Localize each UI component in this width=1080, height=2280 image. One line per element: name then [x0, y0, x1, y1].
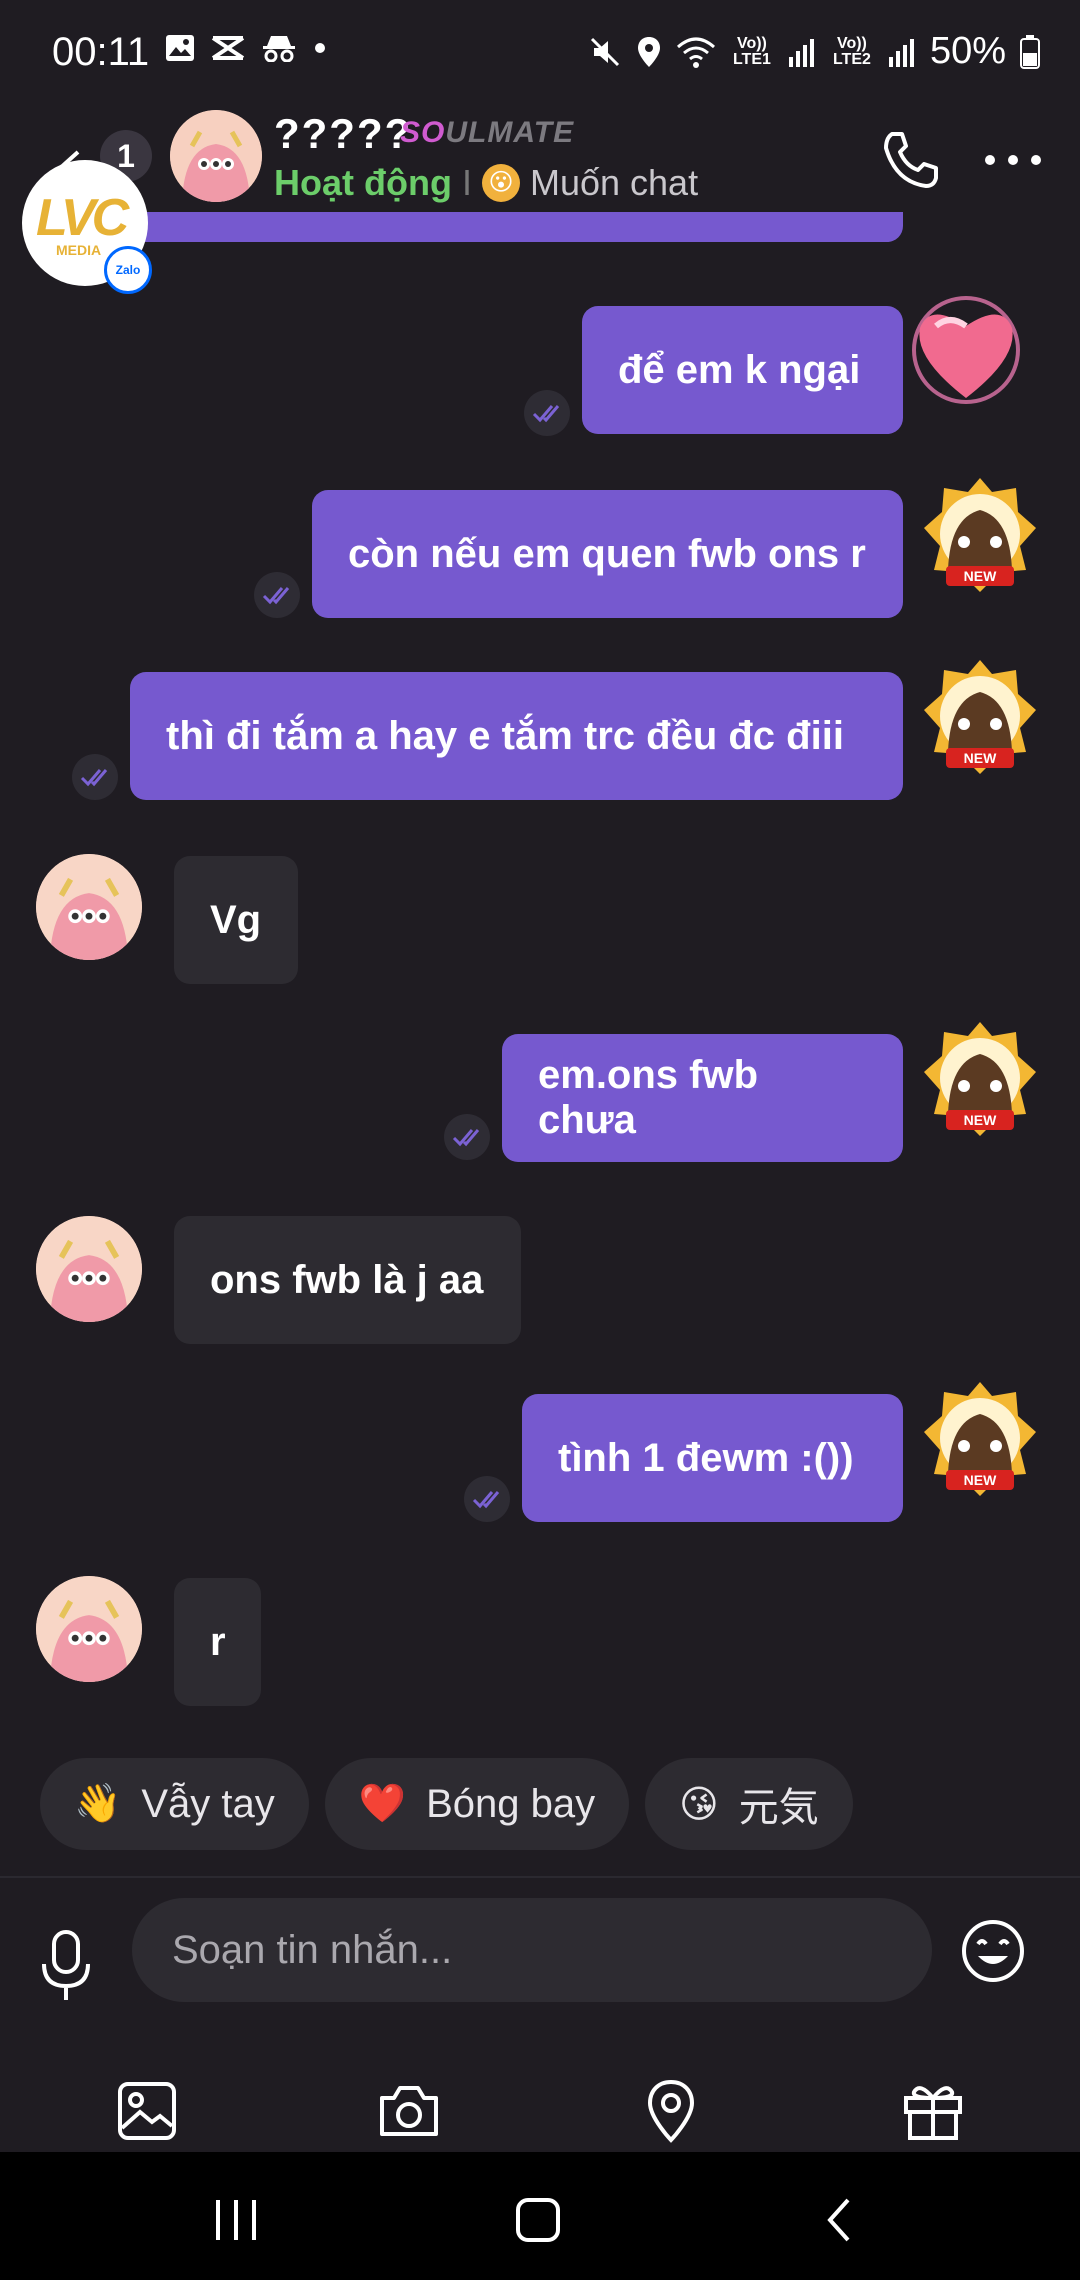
- phone-call-icon[interactable]: [878, 128, 942, 192]
- watermark-logo-text: LVC: [36, 189, 129, 247]
- camera-icon[interactable]: [376, 2078, 442, 2144]
- wave-emoji-icon: 👋: [74, 1783, 122, 1825]
- quick-reply-wave[interactable]: 👋 Vẫy tay: [40, 1758, 309, 1850]
- presence-line: Hoạt động I 😮 Muốn chat: [274, 162, 698, 204]
- partial-message-bubble: [130, 212, 903, 242]
- new-frame-avatar: NEW: [920, 1018, 1040, 1142]
- peer-avatar[interactable]: [36, 1576, 142, 1682]
- incognito-icon: [263, 36, 295, 62]
- message-bubble-mine[interactable]: thì đi tắm a hay e tắm trc đều đc điii: [130, 672, 903, 800]
- mood-emoji-icon: 😮: [481, 164, 520, 202]
- signal1-icon: [788, 38, 814, 67]
- sim1-label: Vo)) LTE1: [732, 34, 771, 68]
- chat-header: 1 ????? SOULMATE Hoạt động I 😮 Muốn chat: [0, 110, 1080, 222]
- gift-icon[interactable]: [900, 2078, 966, 2144]
- status-bar: 00:11 Vo)) LTE1 Vo)) LTE2 50%: [0, 0, 1080, 110]
- dot-icon: [315, 43, 325, 53]
- mute-icon: [590, 37, 619, 66]
- emoji-icon[interactable]: [960, 1918, 1026, 1984]
- quick-reply-balloon[interactable]: ❤️ Bóng bay: [324, 1758, 630, 1850]
- kiss-emoji-icon: 😘: [679, 1783, 719, 1826]
- status-time: 00:11: [52, 30, 150, 74]
- gallery-icon[interactable]: [114, 2078, 180, 2144]
- quick-reply-bar: 👋 Vẫy tay ❤️ Bóng bay 😘 元気: [40, 1758, 853, 1850]
- location-icon: [637, 36, 660, 67]
- new-badge-text: NEW: [964, 568, 997, 584]
- new-frame-avatar: NEW: [920, 656, 1040, 780]
- attachment-toolbar: [0, 2056, 1080, 2156]
- message-bubble-theirs[interactable]: ons fwb là j aa: [174, 1216, 521, 1344]
- new-frame-avatar: NEW: [920, 474, 1040, 598]
- system-icons: Vo)) LTE1 Vo)) LTE2 50%: [588, 30, 1040, 73]
- capcut-icon: [211, 36, 245, 60]
- quick-reply-label: 元気: [738, 1786, 819, 1830]
- more-options-icon[interactable]: [982, 148, 1044, 172]
- new-badge-text: NEW: [964, 750, 997, 766]
- read-receipt-icon: [254, 572, 300, 618]
- soulmate-badge: SOULMATE: [400, 116, 574, 150]
- peer-avatar[interactable]: [36, 854, 142, 960]
- image-notification-icon: [166, 35, 194, 61]
- composer: Soạn tin nhắn...: [0, 1876, 1080, 2158]
- message-bubble-mine[interactable]: để em k ngại: [582, 306, 903, 434]
- peer-avatar[interactable]: [170, 110, 262, 202]
- wifi-icon: [676, 37, 715, 68]
- battery-icon: [1020, 34, 1040, 69]
- online-status: Hoạt động: [274, 162, 452, 203]
- new-frame-avatar: NEW: [920, 1378, 1040, 1502]
- read-receipt-icon: [464, 1476, 510, 1522]
- message-bubble-mine[interactable]: tình 1 đewm :()): [522, 1394, 903, 1522]
- quick-reply-label: Vẫy tay: [141, 1781, 275, 1826]
- battery-level: 50%: [929, 30, 1006, 72]
- mood-text: Muốn chat: [529, 162, 699, 203]
- watermark-logo-sub: MEDIA: [56, 242, 102, 258]
- location-pin-icon[interactable]: [638, 2078, 704, 2144]
- notification-icons: [165, 34, 327, 62]
- read-receipt-icon: [524, 390, 570, 436]
- badge-so: SO: [400, 116, 446, 149]
- system-navigation-bar: [0, 2152, 1080, 2280]
- sim2-label: Vo)) LTE2: [832, 34, 871, 68]
- new-badge-text: NEW: [964, 1112, 997, 1128]
- signal2-icon: [888, 38, 914, 67]
- message-input[interactable]: Soạn tin nhắn...: [132, 1898, 932, 2002]
- recent-apps-icon[interactable]: [206, 2194, 266, 2246]
- message-bubble-mine[interactable]: còn nếu em quen fwb ons r: [312, 490, 903, 618]
- peer-avatar[interactable]: [36, 1216, 142, 1322]
- new-badge-text: NEW: [964, 1472, 997, 1488]
- heart-sticker-avatar: [900, 288, 1020, 412]
- back-nav-icon[interactable]: [810, 2194, 870, 2246]
- zalo-badge: Zalo: [104, 246, 152, 294]
- peer-name: ?????: [274, 110, 413, 157]
- read-receipt-icon: [444, 1114, 490, 1160]
- presence-separator: I: [461, 162, 472, 203]
- home-icon[interactable]: [508, 2194, 568, 2246]
- message-bubble-theirs[interactable]: r: [174, 1578, 261, 1706]
- quick-reply-genki[interactable]: 😘 元気: [645, 1758, 853, 1850]
- message-list[interactable]: để em k ngại còn nếu em quen fwb ons r N…: [0, 212, 1080, 1752]
- quick-reply-label: Bóng bay: [426, 1781, 596, 1826]
- read-receipt-icon: [72, 754, 118, 800]
- message-bubble-theirs[interactable]: Vg: [174, 856, 298, 984]
- heart-emoji-icon: ❤️: [358, 1783, 407, 1825]
- message-bubble-mine[interactable]: em.ons fwb chưa: [502, 1034, 903, 1162]
- badge-rest: ULMATE: [445, 116, 575, 149]
- microphone-icon[interactable]: [36, 1926, 96, 2006]
